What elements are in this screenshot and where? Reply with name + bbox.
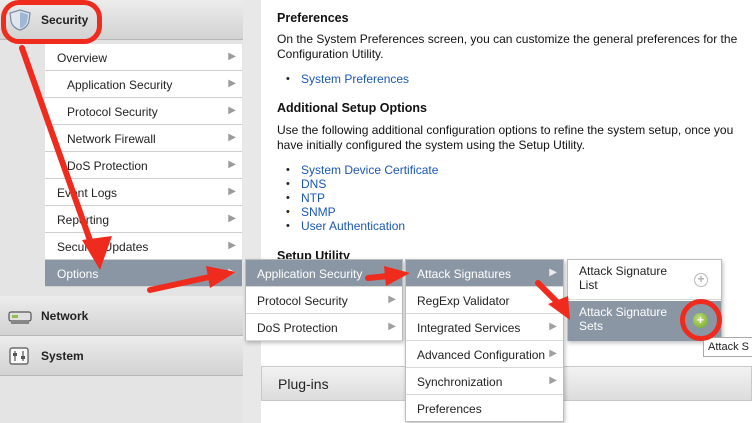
link-snmp[interactable]: SNMP xyxy=(277,205,438,219)
menu-item-label: Advanced Configuration xyxy=(417,348,546,362)
plugins-heading: Plug-ins xyxy=(278,376,329,392)
sidebar-item-label: Security Updates xyxy=(57,240,149,254)
sidebar-item-label: Overview xyxy=(57,51,108,65)
menu-item-advanced-configuration[interactable]: Advanced Configuration ▶ xyxy=(406,341,563,368)
sidebar-item-label: Application Security xyxy=(67,78,173,92)
sidebar-item-reporting[interactable]: Reporting ▶ xyxy=(45,206,242,233)
system-sliders-icon xyxy=(8,345,32,367)
add-circle-icon[interactable]: + xyxy=(694,273,708,287)
chevron-right-icon: ▶ xyxy=(549,375,557,386)
menu-item-label: Protocol Security xyxy=(257,294,348,308)
additional-setup-description: Use the following additional configurati… xyxy=(277,123,734,152)
chevron-right-icon: ▶ xyxy=(228,213,236,224)
menu-item-attack-signature-list[interactable]: Attack Signature List + xyxy=(568,260,721,300)
sidebar-section-label: System xyxy=(41,349,84,363)
menu-item-label: DoS Protection xyxy=(257,321,338,335)
sidebar-item-label: Protocol Security xyxy=(67,105,158,119)
application-security-flyout-menu: Attack Signatures ▶ RegExp Validator Int… xyxy=(405,259,564,422)
chevron-right-icon: ▶ xyxy=(549,348,557,359)
sidebar-section-system[interactable]: System xyxy=(0,336,243,376)
network-device-icon xyxy=(8,305,32,327)
sidebar-item-label: Options xyxy=(57,267,99,281)
chevron-right-icon: ▶ xyxy=(228,132,236,143)
chevron-right-icon: ▶ xyxy=(228,51,236,62)
menu-item-dos-protection[interactable]: DoS Protection ▶ xyxy=(246,314,402,341)
sidebar-section-label: Network xyxy=(41,309,89,323)
preferences-heading: Preferences xyxy=(277,11,349,25)
chevron-right-icon: ▶ xyxy=(228,267,236,278)
sidebar-item-dos-protection[interactable]: DoS Protection ▶ xyxy=(45,152,242,179)
menu-item-label: Synchronization xyxy=(417,375,503,389)
link-dns[interactable]: DNS xyxy=(277,177,438,191)
chevron-right-icon: ▶ xyxy=(228,105,236,116)
sidebar: Security Overview ▶ Application Security… xyxy=(0,0,243,423)
menu-item-label: RegExp Validator xyxy=(417,294,510,308)
menu-item-label: Attack Signature List xyxy=(579,264,668,292)
link-system-preferences[interactable]: System Preferences xyxy=(277,72,409,86)
chevron-right-icon: ▶ xyxy=(228,186,236,197)
chevron-right-icon: ▶ xyxy=(388,267,396,278)
sidebar-item-protocol-security[interactable]: Protocol Security ▶ xyxy=(45,98,242,125)
menu-item-label: Preferences xyxy=(417,402,482,416)
sidebar-item-event-logs[interactable]: Event Logs ▶ xyxy=(45,179,242,206)
link-system-device-certificate[interactable]: System Device Certificate xyxy=(277,163,438,177)
sidebar-item-label: Reporting xyxy=(57,213,110,227)
sidebar-item-overview[interactable]: Overview ▶ xyxy=(45,44,242,71)
chevron-right-icon: ▶ xyxy=(228,240,236,251)
link-ntp[interactable]: NTP xyxy=(277,191,438,205)
chevron-right-icon: ▶ xyxy=(549,267,557,278)
highlight-ring xyxy=(680,299,722,341)
chevron-right-icon: ▶ xyxy=(549,321,557,332)
highlight-ring xyxy=(1,0,102,44)
menu-item-preferences[interactable]: Preferences xyxy=(406,395,563,422)
sidebar-item-label: Event Logs xyxy=(57,186,118,200)
options-flyout-menu: Application Security ▶ Protocol Security… xyxy=(245,259,403,341)
sidebar-item-security-updates[interactable]: Security Updates ▶ xyxy=(45,233,242,260)
tooltip: Attack S xyxy=(703,337,752,357)
sidebar-item-application-security[interactable]: Application Security ▶ xyxy=(45,71,242,98)
sidebar-section-network[interactable]: Network xyxy=(0,296,243,336)
menu-item-attack-signatures[interactable]: Attack Signatures ▶ xyxy=(406,260,563,287)
additional-setup-links: System Device Certificate DNS NTP SNMP U… xyxy=(277,163,438,233)
sidebar-item-label: Network Firewall xyxy=(67,132,156,146)
menu-item-integrated-services[interactable]: Integrated Services ▶ xyxy=(406,314,563,341)
menu-item-application-security[interactable]: Application Security ▶ xyxy=(246,260,402,287)
menu-item-label: Application Security xyxy=(257,267,363,281)
sidebar-item-label: DoS Protection xyxy=(67,159,148,173)
menu-item-regexp-validator[interactable]: RegExp Validator xyxy=(406,287,563,314)
menu-item-label: Attack Signature Sets xyxy=(579,305,668,333)
sidebar-item-network-firewall[interactable]: Network Firewall ▶ xyxy=(45,125,242,152)
preferences-description: On the System Preferences screen, you ca… xyxy=(277,32,738,61)
sidebar-item-options[interactable]: Options ▶ xyxy=(45,260,242,287)
link-user-authentication[interactable]: User Authentication xyxy=(277,219,438,233)
additional-setup-heading: Additional Setup Options xyxy=(277,101,427,115)
chevron-right-icon: ▶ xyxy=(388,294,396,305)
menu-item-protocol-security[interactable]: Protocol Security ▶ xyxy=(246,287,402,314)
chevron-right-icon: ▶ xyxy=(228,78,236,89)
menu-item-synchronization[interactable]: Synchronization ▶ xyxy=(406,368,563,395)
chevron-right-icon: ▶ xyxy=(388,321,396,332)
preferences-links: System Preferences xyxy=(277,72,409,86)
menu-item-label: Attack Signatures xyxy=(417,267,512,281)
menu-item-label: Integrated Services xyxy=(417,321,521,335)
chevron-right-icon: ▶ xyxy=(228,159,236,170)
